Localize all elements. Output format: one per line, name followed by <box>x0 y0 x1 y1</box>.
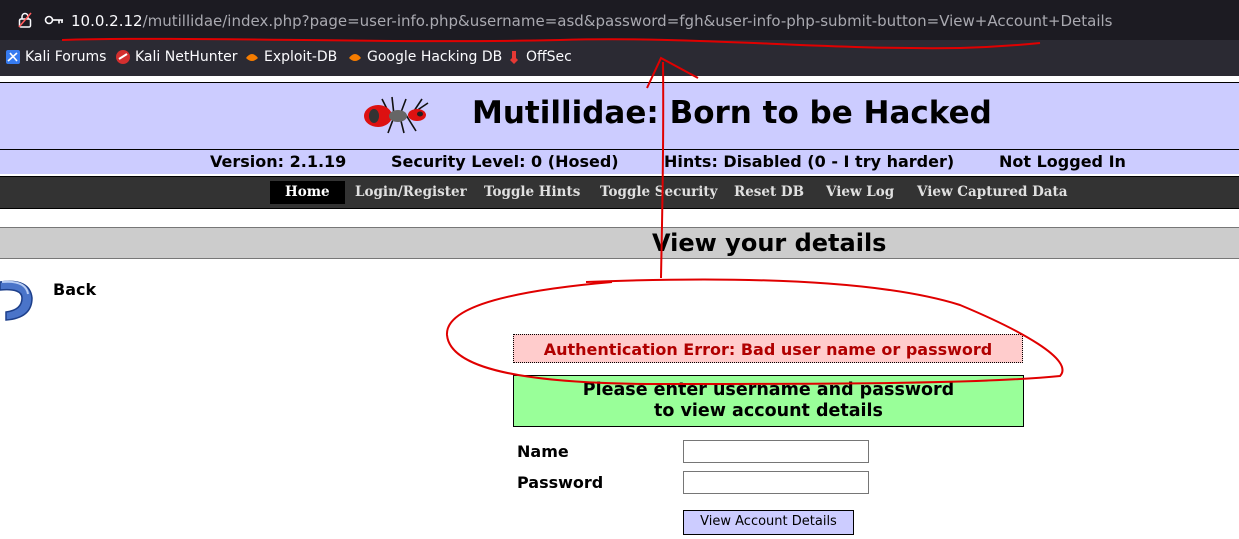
site-title: Mutillidae: Born to be Hacked <box>472 95 992 131</box>
browser-url-bar[interactable]: 10.0.2.12/mutillidae/index.php?page=user… <box>0 0 1239 40</box>
bookmark-label: Google Hacking DB <box>367 49 503 65</box>
name-label: Name <box>517 442 569 461</box>
google-hacking-db-icon <box>349 54 361 61</box>
version-text: Version: 2.1.19 <box>210 152 347 171</box>
nav-view-log[interactable]: View Log <box>820 181 900 204</box>
authentication-error-message: Authentication Error: Bad user name or p… <box>513 334 1023 363</box>
bookmark-exploit-db[interactable]: Exploit-DB <box>245 49 337 65</box>
name-input[interactable] <box>683 440 869 463</box>
nav-login-register[interactable]: Login/Register <box>349 181 473 204</box>
bookmarks-toolbar: Kali Forums Kali NetHunter Exploit-DB Go… <box>0 40 1239 76</box>
main-nav: Home Login/Register Toggle Hints Toggle … <box>0 176 1239 209</box>
nav-view-captured-data[interactable]: View Captured Data <box>911 181 1074 204</box>
hints-status-text: Hints: Disabled (0 - I try harder) <box>664 152 955 171</box>
nav-reset-db[interactable]: Reset DB <box>728 181 810 204</box>
kali-nethunter-icon <box>116 50 130 64</box>
login-status-text: Not Logged In <box>999 152 1126 171</box>
bookmark-label: OffSec <box>526 49 572 65</box>
bookmark-kali-forums[interactable]: Kali Forums <box>6 49 106 65</box>
prompt-line-2: to view account details <box>654 401 883 421</box>
insecure-lock-icon[interactable] <box>18 12 32 28</box>
site-header: Mutillidae: Born to be Hacked <box>0 82 1239 150</box>
status-bar: Version: 2.1.19 Security Level: 0 (Hosed… <box>0 150 1239 174</box>
key-icon[interactable] <box>44 14 64 26</box>
url-host: 10.0.2.12 <box>71 12 143 30</box>
exploit-db-icon <box>246 54 258 61</box>
back-link[interactable]: Back <box>53 280 96 299</box>
security-level-text: Security Level: 0 (Hosed) <box>391 152 619 171</box>
prompt-line-1: Please enter username and password <box>582 380 955 400</box>
bookmark-google-hacking-db[interactable]: Google Hacking DB <box>348 49 502 65</box>
bookmark-kali-nethunter[interactable]: Kali NetHunter <box>116 49 237 65</box>
nav-toggle-hints[interactable]: Toggle Hints <box>478 181 586 204</box>
bookmark-label: Kali NetHunter <box>135 49 238 65</box>
login-prompt-box: Please enter username and password to vi… <box>513 375 1024 427</box>
url-path: /mutillidae/index.php?page=user-info.php… <box>142 12 1113 30</box>
bookmark-label: Kali Forums <box>25 49 107 65</box>
password-input[interactable] <box>683 471 869 494</box>
password-label: Password <box>517 473 604 492</box>
offsec-icon <box>510 51 518 64</box>
ant-logo-icon <box>364 96 429 134</box>
nav-toggle-security[interactable]: Toggle Security <box>594 181 724 204</box>
view-account-details-button[interactable]: View Account Details <box>683 510 854 535</box>
page-heading-bar: View your details <box>0 227 1239 259</box>
back-arrow-icon[interactable] <box>0 268 38 324</box>
bookmark-offsec[interactable]: OffSec <box>507 49 572 65</box>
error-circle-annotation <box>445 278 1064 386</box>
red-annotation-overlay <box>61 37 1064 386</box>
page-title: View your details <box>652 229 887 257</box>
nav-home[interactable]: Home <box>270 181 345 204</box>
kali-forums-icon <box>6 50 20 64</box>
url-text[interactable]: 10.0.2.12/mutillidae/index.php?page=user… <box>71 12 1113 30</box>
bookmark-label: Exploit-DB <box>264 49 338 65</box>
